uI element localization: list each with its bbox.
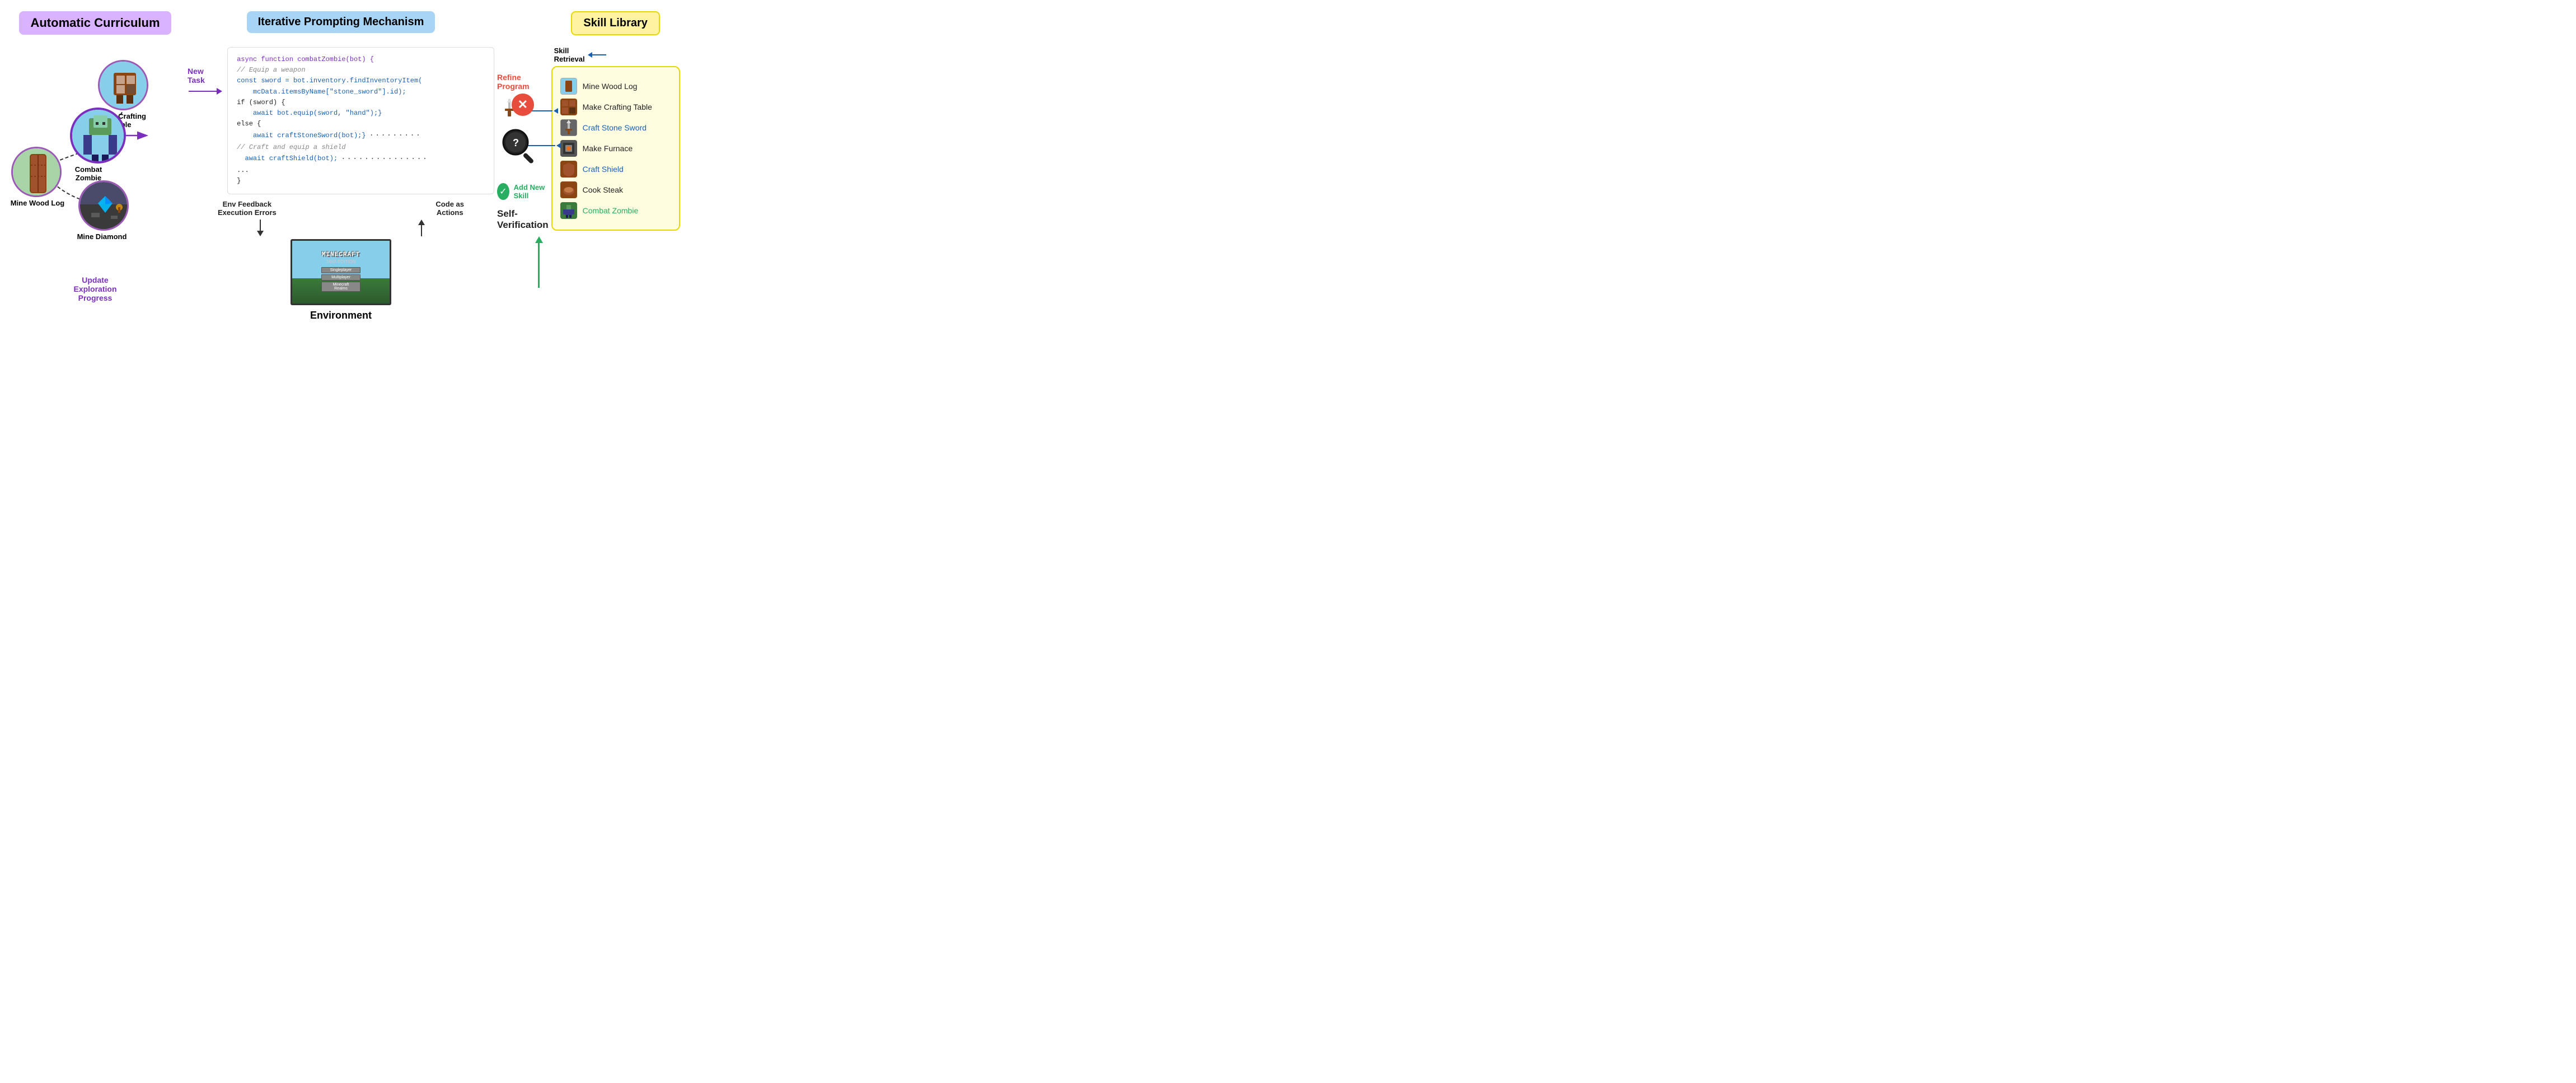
skill-name-mine-wood: Mine Wood Log <box>583 82 638 91</box>
verification-section: Refine Program ✕ ? ✓ Add New Skill Self-… <box>497 11 549 321</box>
skill-item-crafting-table: Make Crafting Table <box>560 99 671 115</box>
skill-item-furnace: Make Furnace <box>560 140 671 157</box>
node-combat-zombie <box>70 108 126 164</box>
skill-item-steak: Cook Steak <box>560 181 671 198</box>
label-combat-zombie: CombatZombie <box>66 165 111 182</box>
node-mine-diamond <box>78 180 129 231</box>
mc-btn-multiplayer: Multiplayer <box>321 274 360 281</box>
label-mine-wood: Mine Wood Log <box>7 199 68 207</box>
skill-retrieval-label: SkillRetrieval <box>554 46 585 63</box>
skill-icon-stone-sword <box>560 119 577 136</box>
code-line-10a: await craftShield(bot); <box>237 153 338 164</box>
skill-icon-mine-wood <box>560 78 577 95</box>
mc-title: MINECRAFT <box>322 251 360 258</box>
skill-retrieval-section: SkillRetrieval <box>554 46 606 63</box>
skill-library-title: Skill Library <box>571 11 660 35</box>
skill-icon-crafting-table <box>560 99 577 115</box>
feedback-arrows <box>257 220 425 236</box>
skill-name-shield: Craft Shield <box>583 165 624 174</box>
new-task-section: New Task <box>188 67 223 95</box>
code-line-1: async function combatZombie(bot) { <box>237 55 374 63</box>
mc-btn-singleplayer: Singleplayer <box>321 267 360 273</box>
refine-x-icon: ✕ <box>512 94 534 116</box>
node-mine-wood <box>11 147 62 197</box>
code-line-2: // Equip a weapon <box>237 66 305 74</box>
skill-name-combat-zombie: Combat Zombie <box>583 206 639 215</box>
code-actions-label: Code asActions <box>435 200 464 217</box>
skill-name-stone-sword: Craft Stone Sword <box>583 123 647 132</box>
add-skill-check-icon: ✓ <box>497 183 509 200</box>
curriculum-diagram: Make Crafting Table CombatZombie <box>11 52 179 231</box>
code-line-8b-dots: ········· <box>369 129 422 142</box>
skill-item-mine-wood: Mine Wood Log <box>560 78 671 95</box>
add-skill-arrow <box>535 236 543 288</box>
prompting-section: Iterative Prompting Mechanism New Task a… <box>185 11 497 321</box>
label-mine-diamond: Mine Diamond <box>74 232 130 241</box>
skill-name-crafting-table: Make Crafting Table <box>583 102 652 111</box>
main-container: Automatic Curriculum <box>0 0 644 327</box>
curriculum-title: Automatic Curriculum <box>19 11 171 35</box>
self-verification-label: Self-Verification <box>497 208 549 231</box>
new-task-label: New Task <box>188 67 223 85</box>
skill-name-furnace: Make Furnace <box>583 144 633 153</box>
env-feedback-label: Env FeedbackExecution Errors <box>218 200 277 217</box>
skill-icon-furnace <box>560 140 577 157</box>
add-skill-label: Add New Skill <box>514 183 549 200</box>
minecraft-screen: MINECRAFT JAVA EDITION Singleplayer Mult… <box>291 239 391 305</box>
code-line-8a: await craftStoneSword(bot);} <box>237 130 366 141</box>
magnifier-icon: ? <box>498 124 548 175</box>
skill-icon-combat-zombie <box>560 202 577 219</box>
code-line-12: } <box>237 177 241 185</box>
code-line-6: await bot.equip(sword, "hand");} <box>237 109 382 117</box>
skill-library-box: Mine Wood Log Make Crafting Table <box>551 66 680 231</box>
code-line-10b-dots: ··············· <box>341 153 428 165</box>
mc-subtitle: JAVA EDITION <box>326 259 355 264</box>
code-line-4: mcData.itemsByName["stone_sword"].id); <box>237 88 406 96</box>
update-exploration-text: UpdateExplorationProgress <box>73 276 116 302</box>
skill-icon-shield <box>560 161 577 178</box>
code-line-7: else { <box>237 120 261 128</box>
skill-name-steak: Cook Steak <box>583 185 623 194</box>
prompting-title: Iterative Prompting Mechanism <box>247 11 435 33</box>
svg-text:?: ? <box>513 137 519 148</box>
node-crafting-table <box>98 60 148 110</box>
code-line-5: if (sword) { <box>237 99 285 106</box>
code-block: async function combatZombie(bot) { // Eq… <box>227 47 494 194</box>
code-line-9: // Craft and equip a shield <box>237 143 345 151</box>
bottom-center: Env FeedbackExecution Errors Code asActi… <box>207 200 475 321</box>
refine-program-label: Refine Program <box>497 73 549 91</box>
code-line-3: const sword = bot.inventory.findInventor… <box>237 77 422 85</box>
add-skill-row: ✓ Add New Skill <box>497 183 549 200</box>
skill-item-stone-sword: Craft Stone Sword <box>560 119 671 136</box>
skill-library-section: Skill Library SkillRetrieval Mine Wood L… <box>549 11 683 321</box>
code-line-11: ... <box>237 166 249 174</box>
skill-item-combat-zombie: Combat Zombie <box>560 202 671 219</box>
skill-item-shield: Craft Shield <box>560 161 671 178</box>
curriculum-section: Automatic Curriculum <box>6 11 185 321</box>
environment-label: Environment <box>310 310 372 321</box>
skill-icon-steak <box>560 181 577 198</box>
feedback-row: Env FeedbackExecution Errors Code asActi… <box>207 200 475 217</box>
code-with-arrow: New Task async function combatZombie(bot… <box>188 47 494 194</box>
mc-btn-realms: Minecraft Realms <box>321 282 360 292</box>
